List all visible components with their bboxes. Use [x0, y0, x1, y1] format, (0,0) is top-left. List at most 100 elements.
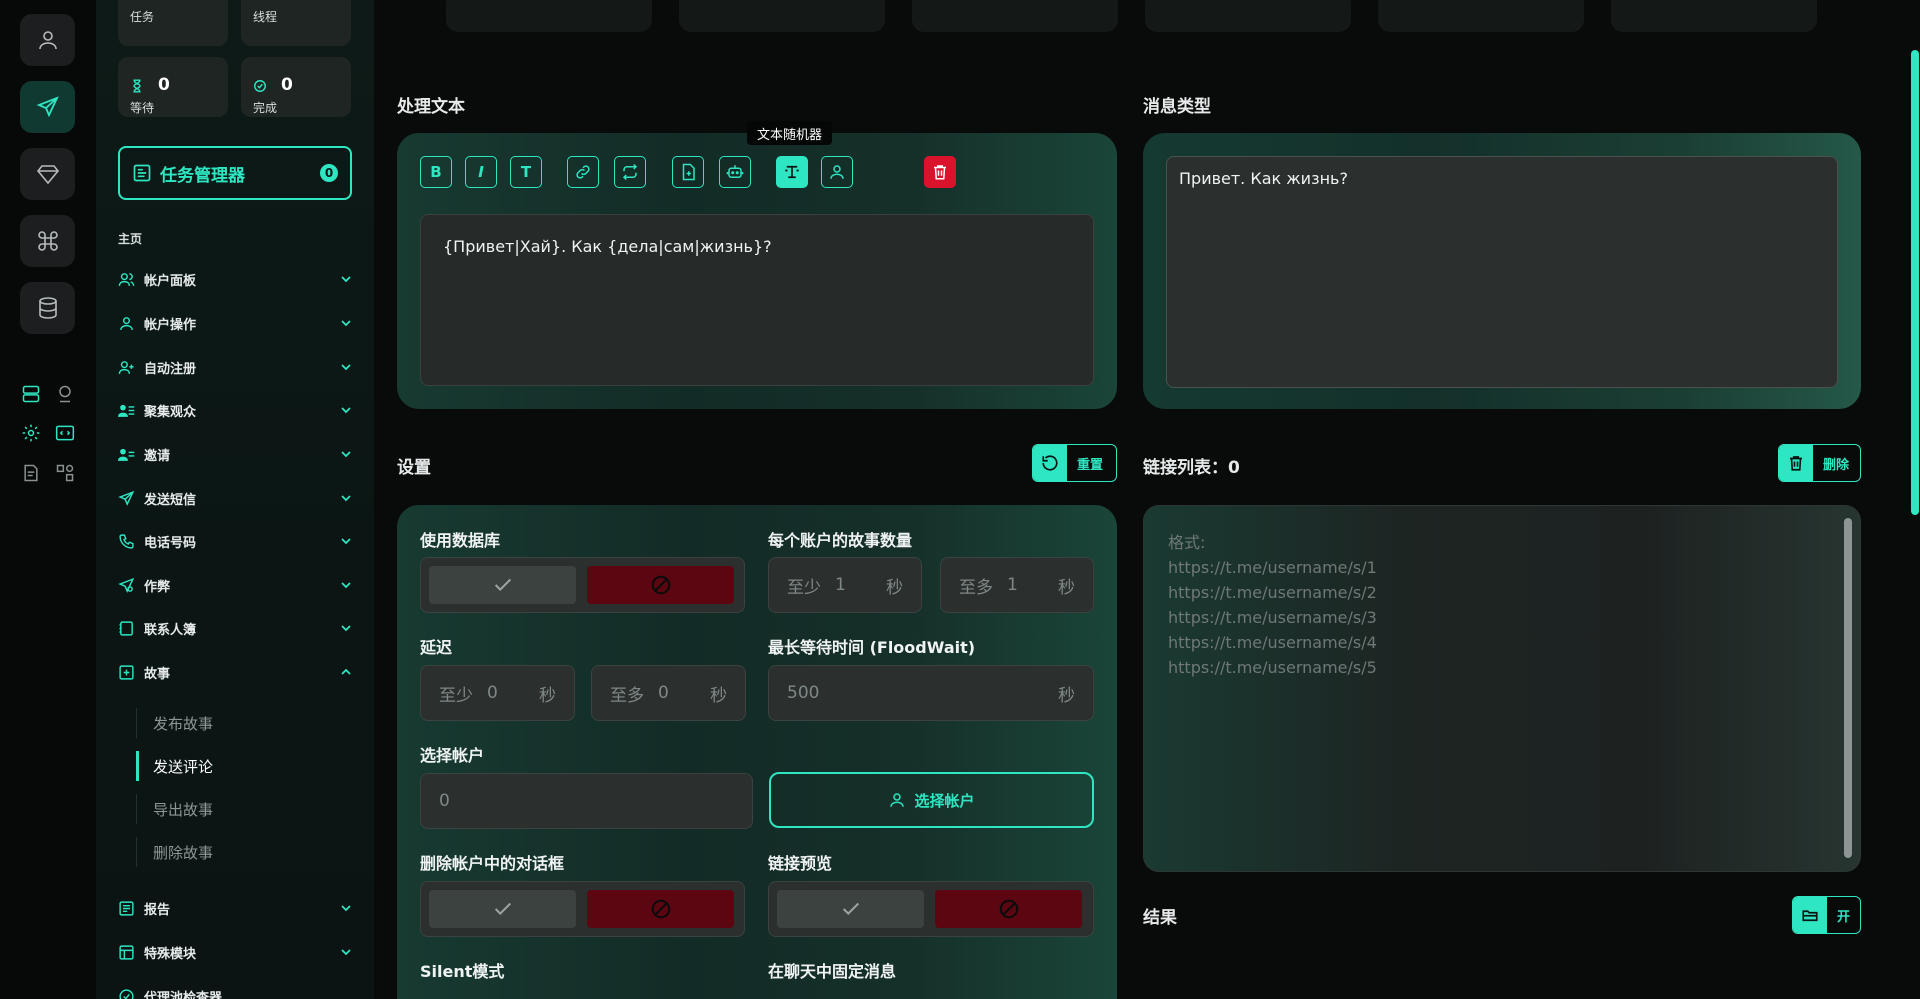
input-value: 1: [835, 575, 846, 595]
chevron-down-icon: [338, 577, 354, 593]
delete-text-button[interactable]: [924, 156, 956, 188]
open-results-button[interactable]: 开: [1792, 896, 1861, 934]
code-window-icon[interactable]: [54, 422, 76, 444]
delete-dialogs-toggle[interactable]: [420, 881, 745, 937]
section-title-message-type: 消息类型: [1143, 97, 1211, 117]
stat-label: 任务: [130, 10, 155, 24]
ban-icon[interactable]: [587, 566, 734, 604]
sidebar-item-phone-numbers[interactable]: 电话号码: [118, 527, 354, 555]
sidebar-item-label: 帐户操作: [144, 317, 197, 333]
sidebar-subitem-publish-story[interactable]: 发布故事: [136, 708, 336, 738]
sidebar-item-accounts-panel[interactable]: 帐户面板: [118, 265, 354, 293]
contacts-book-icon: [118, 620, 136, 637]
top-card: [1378, 0, 1584, 32]
diamond-icon[interactable]: [20, 148, 75, 200]
subitem-label: 发布故事: [153, 714, 214, 733]
check-circle-icon: [253, 79, 267, 93]
sidebar-item-gather-audience[interactable]: 聚集观众: [118, 396, 354, 424]
task-count-badge: 0: [320, 164, 338, 182]
nav-section-title: 主页: [118, 232, 143, 246]
check-icon[interactable]: [429, 890, 576, 928]
sidebar-item-special-modules[interactable]: 特殊模块: [118, 938, 354, 966]
reset-button[interactable]: 重置: [1032, 444, 1117, 482]
stat-tasks: 0 任务: [118, 0, 228, 46]
sidebar-subitem-export-stories[interactable]: 导出故事: [136, 794, 336, 824]
user-tag-button[interactable]: [821, 156, 853, 188]
delete-links-button[interactable]: 删除: [1778, 444, 1861, 482]
settings-icon[interactable]: [20, 422, 42, 444]
sidebar-item-stories[interactable]: 故事: [118, 658, 354, 686]
section-title-process-text: 处理文本: [397, 97, 465, 117]
check-icon[interactable]: [429, 566, 576, 604]
database-icon[interactable]: [20, 282, 75, 334]
tooltip: 文本随机器: [747, 121, 833, 145]
chevron-down-icon: [338, 315, 354, 331]
stat-waiting: 0 等待: [118, 57, 228, 117]
use-database-toggle[interactable]: [420, 557, 745, 613]
delay-min-input[interactable]: 至少 0 秒: [420, 665, 575, 721]
sidebar-item-contacts[interactable]: 联系人簿: [118, 614, 354, 642]
robot-button[interactable]: [719, 156, 751, 188]
users-icon: [118, 271, 136, 288]
section-title-results: 结果: [1143, 908, 1177, 928]
repeat-button[interactable]: [614, 156, 646, 188]
ban-icon[interactable]: [935, 890, 1082, 928]
user-list-icon: [118, 446, 136, 463]
subitem-label: 导出故事: [153, 800, 214, 819]
top-card: [1145, 0, 1351, 32]
text-button[interactable]: T: [510, 156, 542, 188]
page-scrollbar[interactable]: [1911, 50, 1919, 515]
chevron-down-icon: [338, 490, 354, 506]
input-unit: 秒: [539, 685, 556, 706]
select-account-button[interactable]: 选择帐户: [769, 772, 1094, 828]
delay-max-input[interactable]: 至多 0 秒: [591, 665, 746, 721]
task-manager-button[interactable]: 任务管理器 0: [118, 146, 352, 200]
sidebar-subitem-delete-stories[interactable]: 删除故事: [136, 837, 336, 867]
links-scrollbar[interactable]: [1844, 518, 1852, 858]
ban-icon[interactable]: [587, 890, 734, 928]
server-icon[interactable]: [20, 383, 42, 405]
selected-accounts-input[interactable]: 0: [420, 773, 753, 829]
input-prefix: 至多: [610, 685, 644, 706]
command-icon[interactable]: [20, 215, 75, 267]
document-icon[interactable]: [20, 462, 42, 484]
location-user-icon[interactable]: [54, 383, 76, 405]
link-preview-toggle[interactable]: [768, 881, 1094, 937]
sidebar-item-label: 报告: [144, 902, 171, 918]
sidebar-item-send-sms[interactable]: 发送短信: [118, 484, 354, 512]
label-pin-message: 在聊天中固定消息: [768, 962, 897, 981]
italic-button[interactable]: I: [465, 156, 497, 188]
message-text-input[interactable]: {Привет|Хай}. Как {дела|сам|жизнь}?: [420, 214, 1094, 386]
user-plus-icon: [118, 359, 136, 376]
send-icon[interactable]: [20, 81, 75, 133]
plus-square-icon: [118, 664, 136, 681]
label-use-database: 使用数据库: [420, 531, 501, 550]
floodwait-input[interactable]: 500 秒: [768, 665, 1094, 721]
user-icon: [890, 793, 905, 807]
sidebar-item-reports[interactable]: 报告: [118, 894, 354, 922]
check-icon[interactable]: [777, 890, 924, 928]
sidebar-item-proxy-checker[interactable]: 代理池检查器: [118, 982, 354, 999]
sidebar-item-auto-register[interactable]: 自动注册: [118, 353, 354, 381]
input-prefix: 至少: [439, 685, 473, 706]
label-select-account: 选择帐户: [420, 746, 485, 765]
sidebar-item-account-actions[interactable]: 帐户操作: [118, 309, 354, 337]
open-label: 开: [1836, 909, 1850, 925]
sidebar-item-cheat[interactable]: 作弊: [118, 571, 354, 599]
link-button[interactable]: [567, 156, 599, 188]
preview-text: Привет. Как жизнь?: [1179, 169, 1348, 188]
chevron-down-icon: [338, 271, 354, 287]
stories-max-input[interactable]: 至多 1 秒: [940, 557, 1094, 613]
reset-icon: [1033, 445, 1067, 481]
links-input[interactable]: 格式: https://t.me/username/s/1 https://t.…: [1143, 505, 1861, 872]
user-icon[interactable]: [20, 14, 75, 66]
text-randomizer-button[interactable]: [776, 156, 808, 188]
stories-min-input[interactable]: 至少 1 秒: [768, 557, 922, 613]
sidebar-subitem-send-comment[interactable]: 发送评论: [136, 751, 336, 781]
bold-button[interactable]: B: [420, 156, 452, 188]
select-account-label: 选择帐户: [914, 791, 975, 810]
file-add-button[interactable]: [672, 156, 704, 188]
shapes-icon[interactable]: [54, 462, 76, 484]
sidebar-item-invite[interactable]: 邀请: [118, 440, 354, 468]
user-icon: [118, 315, 136, 332]
